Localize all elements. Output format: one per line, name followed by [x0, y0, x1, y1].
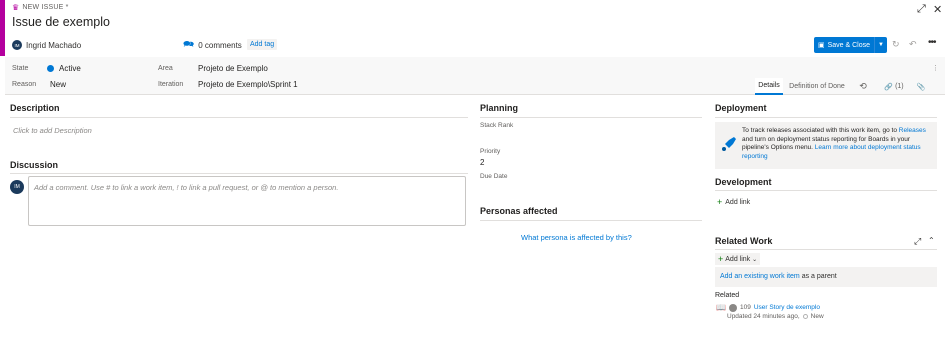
- planning-divider: [480, 117, 702, 118]
- related-item-state: New: [810, 313, 824, 320]
- chevron-down-icon[interactable]: ▼: [875, 42, 887, 48]
- attachment-icon[interactable]: 📎: [914, 78, 928, 95]
- related-work-divider: [715, 249, 937, 250]
- development-divider: [715, 190, 937, 191]
- deployment-message: To track releases associated with this w…: [742, 127, 932, 161]
- area-field[interactable]: Projeto de Exemplo: [198, 64, 268, 73]
- work-item-type-color-bar: [0, 0, 5, 56]
- plus-icon: +: [717, 197, 723, 207]
- reason-field[interactable]: New: [50, 80, 66, 89]
- expand-icon[interactable]: ⤢: [917, 3, 926, 16]
- plus-icon: +: [718, 254, 724, 264]
- add-tag-button[interactable]: Add tag: [247, 39, 278, 50]
- rocket-icon: [720, 135, 738, 155]
- description-divider: [10, 117, 468, 118]
- iteration-field[interactable]: Projeto de Exemplo\Sprint 1: [198, 80, 298, 89]
- chevron-down-icon: ⌄: [752, 256, 758, 263]
- priority-field[interactable]: 2: [480, 158, 484, 167]
- add-existing-suffix: as a parent: [801, 273, 837, 280]
- state-label: State: [12, 65, 29, 72]
- save-close-button[interactable]: ▣ Save & Close ▼: [814, 37, 887, 53]
- iteration-label: Iteration: [158, 81, 184, 88]
- save-close-label: Save & Close: [827, 41, 871, 49]
- avatar: IM: [10, 180, 24, 194]
- link-icon: 🔗: [884, 83, 894, 91]
- work-item-title[interactable]: Issue de exemplo: [12, 15, 110, 29]
- releases-link[interactable]: Releases: [899, 127, 926, 134]
- assignee-name: Ingrid Machado: [26, 40, 82, 50]
- related-add-link-label: Add link: [725, 255, 751, 263]
- tab-links[interactable]: 🔗 (1): [880, 78, 908, 95]
- related-item-id: 109: [739, 304, 751, 311]
- related-item-updated: Updated 24 minutes ago,: [727, 313, 800, 320]
- save-icon: ▣: [817, 42, 825, 49]
- tab-details[interactable]: Details: [755, 78, 783, 95]
- type-label-text: NEW ISSUE *: [22, 4, 69, 11]
- related-item[interactable]: 📖 109 User Story de exemplo: [716, 303, 820, 312]
- reason-label: Reason: [12, 81, 37, 88]
- add-existing-row: Add an existing work item as a parent: [720, 273, 837, 280]
- development-title: Development: [715, 177, 772, 187]
- personas-divider: [480, 220, 702, 221]
- expand-icon[interactable]: ⤢: [914, 236, 921, 247]
- tab-definition-of-done[interactable]: Definition of Done: [786, 78, 848, 95]
- persona-link[interactable]: What persona is affected by this?: [521, 233, 632, 242]
- assignee-control[interactable]: IM Ingrid Machado: [12, 38, 81, 52]
- discussion-title: Discussion: [10, 160, 59, 170]
- avatar: [728, 303, 737, 312]
- comments-count: 0 comments: [198, 40, 242, 50]
- avatar: IM: [12, 40, 22, 50]
- related-item-meta: Updated 24 minutes ago, New: [727, 313, 824, 320]
- area-label: Area: [158, 65, 173, 72]
- comment-placeholder: Add a comment. Use # to link a work item…: [34, 183, 339, 192]
- add-existing-link[interactable]: Add an existing work item: [720, 273, 800, 280]
- description-title: Description: [10, 103, 60, 113]
- deployment-title: Deployment: [715, 103, 767, 113]
- history-icon[interactable]: ⟲: [852, 78, 874, 95]
- more-actions-icon[interactable]: •••: [928, 37, 936, 48]
- close-icon[interactable]: ✕: [933, 3, 942, 16]
- due-date-label: Due Date: [480, 173, 508, 180]
- priority-label: Priority: [480, 148, 501, 155]
- planning-title: Planning: [480, 103, 518, 113]
- comments-link[interactable]: 🗪 0 comments: [183, 38, 242, 52]
- links-count: (1): [895, 83, 904, 90]
- work-item-type-label: ♛ NEW ISSUE *: [12, 3, 69, 12]
- related-work-title: Related Work: [715, 236, 773, 246]
- refresh-icon[interactable]: ↻: [892, 39, 900, 50]
- related-item-title[interactable]: User Story de exemplo: [754, 304, 820, 311]
- development-add-link[interactable]: + Add link: [717, 197, 750, 207]
- vertical-ellipsis-icon[interactable]: ⋮: [932, 64, 939, 72]
- state-indicator-icon: [802, 314, 808, 319]
- state-indicator-icon: [47, 65, 54, 72]
- undo-icon[interactable]: ↶: [909, 39, 917, 50]
- deployment-text-1: To track releases associated with this w…: [742, 127, 897, 134]
- chevron-up-icon[interactable]: ⌃: [928, 236, 935, 245]
- deployment-divider: [715, 117, 937, 118]
- comment-icon: 🗪: [183, 39, 195, 49]
- discussion-divider: [10, 173, 468, 174]
- issue-crown-icon: ♛: [12, 3, 20, 12]
- related-label: Related: [715, 292, 740, 299]
- stack-rank-label: Stack Rank: [480, 122, 514, 129]
- comment-input[interactable]: Add a comment. Use # to link a work item…: [28, 176, 466, 226]
- description-field[interactable]: Click to add Description: [13, 126, 92, 135]
- development-add-link-label: Add link: [725, 198, 751, 206]
- state-field[interactable]: Active: [59, 64, 81, 73]
- personas-title: Personas affected: [480, 206, 558, 216]
- user-story-icon: 📖: [716, 303, 726, 312]
- related-add-link-button[interactable]: + Add link ⌄: [715, 253, 761, 265]
